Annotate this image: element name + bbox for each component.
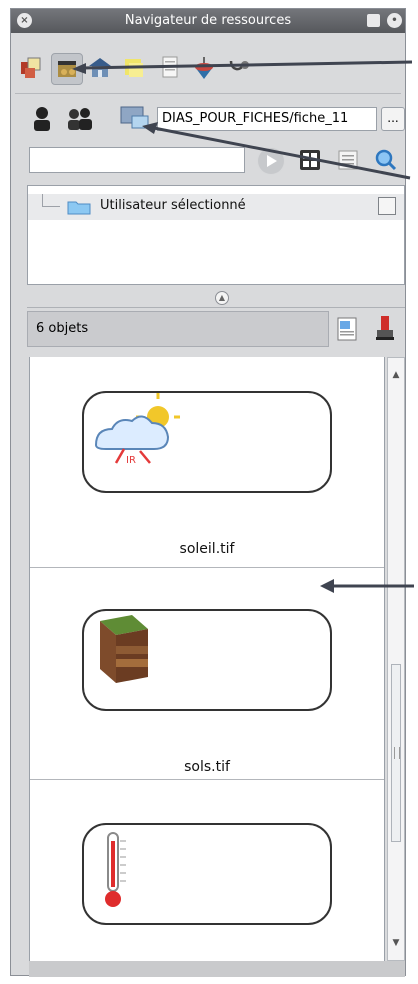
tree-item-options-icon[interactable]	[378, 197, 396, 215]
pin-icon[interactable]: •	[387, 13, 402, 28]
float-window-icon[interactable]	[367, 14, 380, 27]
soil-block-icon	[100, 615, 148, 683]
section-divider	[27, 307, 405, 308]
list-item[interactable]: IR soleil.tif	[30, 357, 384, 568]
sun-cloud-ir-icon: IR	[94, 393, 180, 466]
media-objects-icon[interactable]	[17, 53, 47, 83]
new-document-icon[interactable]	[335, 313, 359, 343]
object-count-field: 6 objets	[27, 311, 329, 347]
window-title-bar: Navigateur de ressources × •	[11, 9, 405, 33]
resource-thumbnail	[82, 609, 332, 711]
resource-thumbnail: IR	[82, 391, 332, 493]
list-item[interactable]: sols.tif	[30, 569, 384, 780]
thermometer-icon	[105, 832, 126, 907]
scroll-up-icon[interactable]: ▲	[391, 370, 401, 380]
scroll-down-icon[interactable]: ▼	[391, 938, 401, 948]
item-name: soleil.tif	[179, 541, 235, 557]
bottom-status-bar	[29, 961, 405, 977]
single-user-icon[interactable]	[29, 105, 55, 133]
callout-arrow-2	[142, 122, 411, 180]
callout-arrow-3	[320, 579, 414, 593]
collapse-toggle-icon[interactable]: ▲	[215, 291, 229, 305]
object-list[interactable]: IR soleil.tif sols.tif	[29, 357, 385, 961]
stamp-icon[interactable]	[373, 313, 397, 343]
vertical-scrollbar[interactable]: ▲ ▼	[387, 357, 405, 961]
list-item[interactable]	[30, 781, 384, 961]
resource-thumbnail	[82, 823, 332, 925]
callout-arrow-1	[72, 60, 413, 74]
tree-connector-line	[42, 206, 60, 207]
close-icon[interactable]: ×	[17, 13, 32, 28]
scrollbar-thumb[interactable]	[391, 664, 401, 842]
toolbar-separator	[15, 93, 401, 94]
item-name: sols.tif	[184, 759, 230, 775]
folder-icon	[66, 198, 92, 216]
ir-label: IR	[126, 455, 136, 466]
tree-row-selected-user[interactable]: Utilisateur sélectionné	[28, 194, 404, 220]
window-title: Navigateur de ressources	[124, 13, 292, 28]
user-group-icon[interactable]	[65, 105, 95, 133]
tree-item-label: Utilisateur sélectionné	[100, 198, 246, 213]
scroll-grip-icon	[394, 747, 400, 759]
selection-tree: Utilisateur sélectionné	[27, 185, 405, 285]
